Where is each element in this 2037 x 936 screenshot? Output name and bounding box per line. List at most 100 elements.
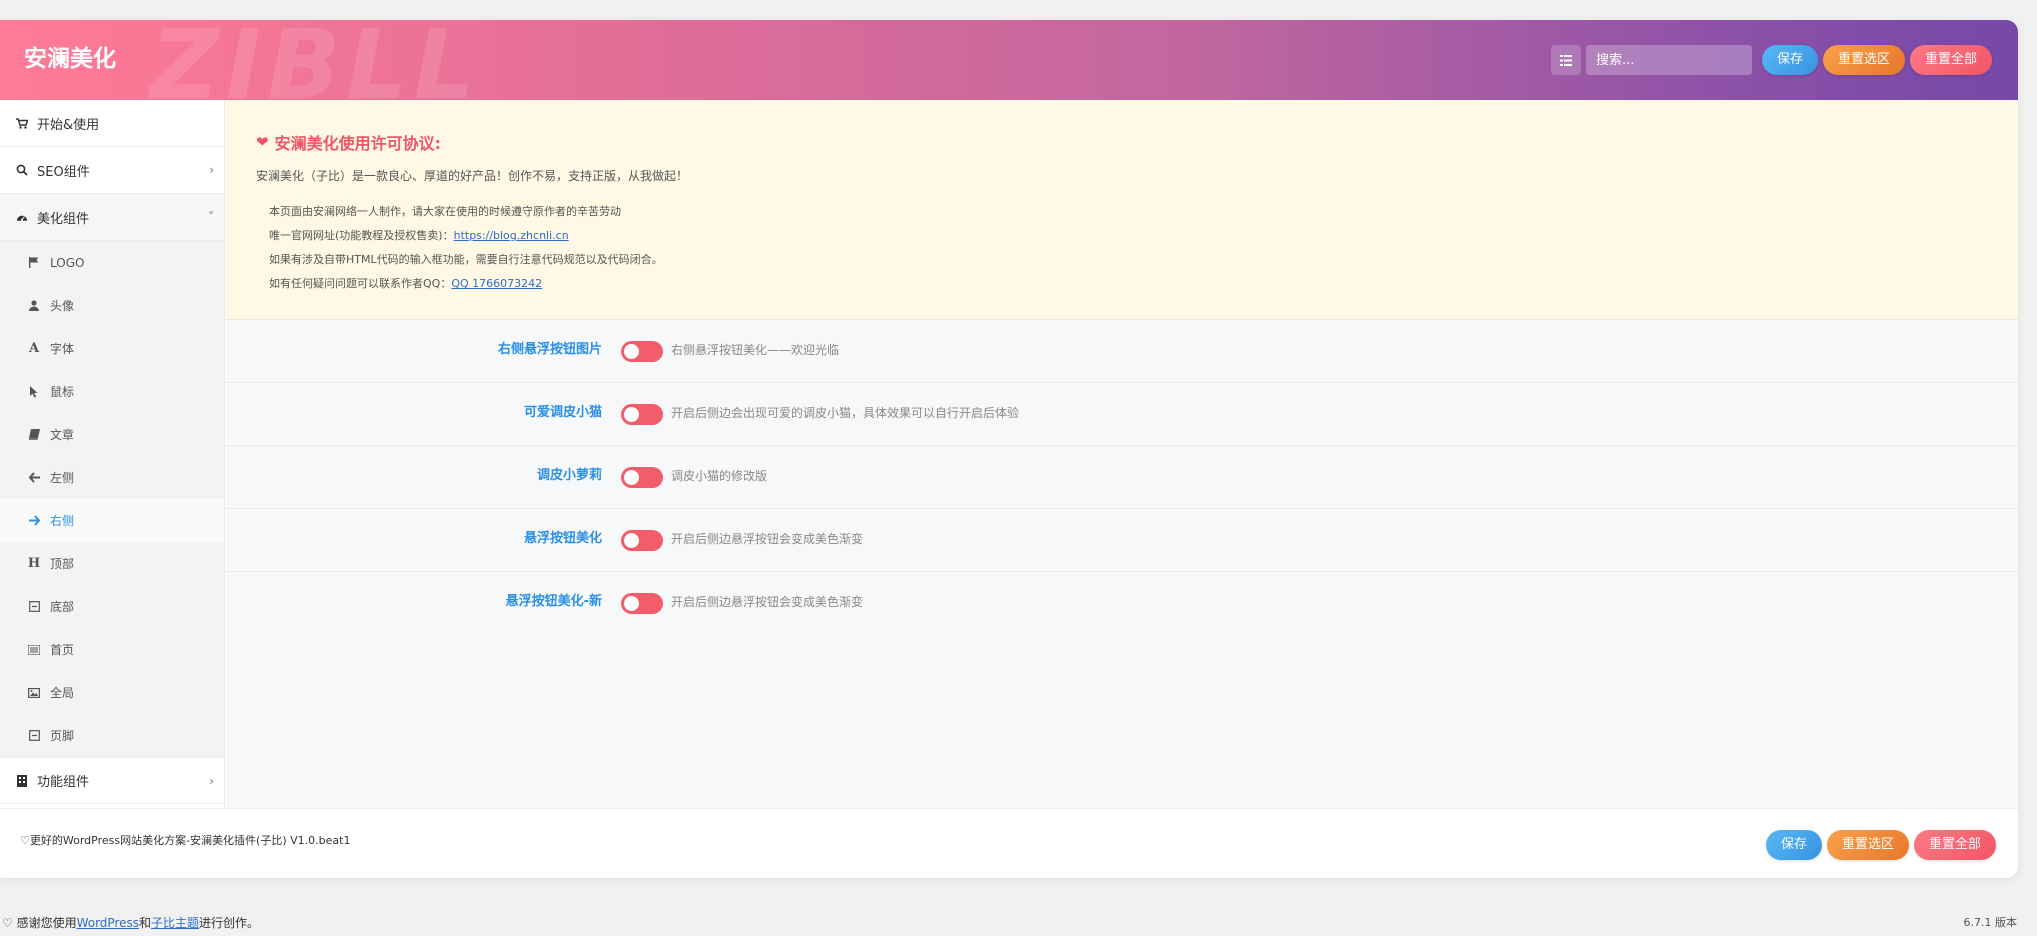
- sidebar-subitem-left[interactable]: 左侧: [0, 456, 224, 499]
- notice-subtitle: 安澜美化（子比）是一款良心、厚道的好产品！创作不易，支持正版，从我做起！: [256, 169, 689, 183]
- save-button[interactable]: 保存: [1761, 45, 1818, 75]
- option-label: 可爱调皮小猫: [523, 405, 602, 420]
- sidebar-item-label: 头像: [50, 299, 75, 313]
- header-tools: 保存 重置选区 重置全部: [1550, 44, 1992, 76]
- notice-line: 唯一官网网址(功能教程及授权售卖)：https://blog.zhcnli.cn: [269, 224, 663, 248]
- header-bar: ZIBLL 安澜美化 保存 重置选区 重置全部: [0, 20, 2018, 100]
- option-toggle[interactable]: [621, 467, 663, 488]
- flag-icon: [28, 257, 40, 268]
- expand-all-button[interactable]: [1550, 45, 1581, 75]
- sidebar-item-label: 右侧: [50, 514, 75, 528]
- header-icon: H: [27, 556, 41, 571]
- sidebar-subitem-font[interactable]: A 字体: [0, 327, 224, 370]
- brand-title: 安澜美化: [24, 46, 116, 72]
- reset-section-button[interactable]: 重置选区: [1822, 45, 1905, 75]
- heart-icon: ❤: [256, 133, 269, 151]
- square-minus-icon: [28, 730, 40, 741]
- toggle-knob: [624, 596, 639, 611]
- sidebar-subitem-bottom[interactable]: 底部: [0, 585, 224, 628]
- sidebar-subitem-footer[interactable]: 页脚: [0, 714, 224, 757]
- option-toggle[interactable]: [621, 404, 663, 425]
- footer-save-button[interactable]: 保存: [1765, 830, 1822, 860]
- search-icon: [16, 164, 28, 176]
- toggle-knob: [624, 533, 639, 548]
- option-toggle[interactable]: [621, 593, 663, 614]
- admin-footer-thanks: ♡ 感谢您使用WordPress和子比主题进行创作。: [2, 914, 259, 931]
- user-icon: [28, 300, 40, 311]
- sidebar-subitem-logo[interactable]: LOGO: [0, 241, 224, 284]
- option-label: 悬浮按钮美化: [523, 531, 602, 546]
- thanks-suffix: 进行创作。: [199, 916, 260, 930]
- footer-reset-section-button[interactable]: 重置选区: [1826, 830, 1909, 860]
- notice-line-prefix: 唯一官网网址(功能教程及授权售卖)：: [269, 229, 454, 242]
- option-description: 开启后侧边会出现可爱的调皮小猫，具体效果可以自行开启后体验: [671, 406, 1020, 420]
- license-notice: ❤ 安澜美化使用许可协议: 安澜美化（子比）是一款良心、厚道的好产品！创作不易，…: [226, 100, 2018, 320]
- sidebar-subitem-home[interactable]: 首页: [0, 628, 224, 671]
- toggle-knob: [624, 344, 639, 359]
- search-input[interactable]: [1585, 45, 1752, 75]
- option-label: 右侧悬浮按钮图片: [497, 342, 602, 357]
- option-description: 调皮小猫的修改版: [671, 469, 768, 483]
- arrow-right-icon: [28, 515, 40, 526]
- footer-bar: ♡更好的WordPress网站美化方案-安澜美化插件(子比) V1.0.beat…: [0, 808, 2018, 878]
- building-icon: [16, 774, 28, 787]
- list-icon: [1559, 54, 1572, 66]
- sidebar-item-label: LOGO: [50, 255, 85, 270]
- sidebar-item-beautify[interactable]: 美化组件 ˅: [0, 194, 224, 241]
- option-description: 开启后侧边悬浮按钮会变成美色渐变: [671, 595, 864, 609]
- settings-panel: ZIBLL 安澜美化 保存 重置选区 重置全部 开始&使用: [0, 20, 2018, 878]
- wordpress-link[interactable]: WordPress: [77, 916, 139, 930]
- sidebar-item-label: 鼠标: [50, 385, 75, 399]
- book-icon: [28, 429, 40, 440]
- sidebar-item-label: 左侧: [50, 471, 75, 485]
- cart-icon: [16, 117, 28, 129]
- sidebar-item-label: 全局: [50, 686, 75, 700]
- option-row: 调皮小萝莉 调皮小猫的修改版: [226, 446, 2018, 509]
- notice-line: 如有任何疑问问题可以联系作者QQ：QQ 1766073242: [269, 272, 663, 296]
- sidebar-subitem-global[interactable]: 全局: [0, 671, 224, 714]
- sidebar-item-label: SEO组件: [37, 164, 90, 180]
- notice-line: 本页面由安澜网络一人制作，请大家在使用的时候遵守原作者的辛苦劳动: [269, 205, 621, 218]
- footer-text: ♡更好的WordPress网站美化方案-安澜美化插件(子比) V1.0.beat…: [20, 834, 351, 847]
- sidebar-subitem-avatar[interactable]: 头像: [0, 284, 224, 327]
- font-icon: A: [28, 341, 40, 356]
- option-row: 悬浮按钮美化 开启后侧边悬浮按钮会变成美色渐变: [226, 509, 2018, 572]
- option-toggle[interactable]: [621, 341, 663, 362]
- sidebar-item-start[interactable]: 开始&使用: [0, 100, 224, 147]
- image-icon: [28, 687, 40, 698]
- chevron-right-icon: ›: [209, 773, 214, 788]
- qq-link[interactable]: QQ 1766073242: [451, 277, 542, 290]
- sidebar-item-label: 文章: [50, 428, 75, 442]
- option-description: 右侧悬浮按钮美化——欢迎光临: [671, 343, 840, 357]
- website-link[interactable]: https://blog.zhcnli.cn: [454, 229, 569, 242]
- sidebar: 开始&使用 SEO组件 › 美化组件 ˅ LOGO 头像 A 字体 鼠标 文章 …: [0, 100, 225, 808]
- notice-title-text: 安澜美化使用许可协议:: [274, 134, 441, 153]
- cursor-icon: [28, 385, 40, 398]
- reset-all-button[interactable]: 重置全部: [1909, 45, 1992, 75]
- sidebar-item-label: 美化组件: [37, 211, 90, 227]
- sidebar-item-label: 功能组件: [37, 775, 90, 790]
- sidebar-item-features[interactable]: 功能组件 ›: [0, 757, 224, 804]
- sidebar-subitem-cursor[interactable]: 鼠标: [0, 370, 224, 413]
- option-row: 悬浮按钮美化-新 开启后侧边悬浮按钮会变成美色渐变: [226, 572, 2018, 635]
- option-label: 调皮小萝莉: [536, 468, 602, 483]
- sidebar-subitem-article[interactable]: 文章: [0, 413, 224, 456]
- option-row: 可爱调皮小猫 开启后侧边会出现可爱的调皮小猫，具体效果可以自行开启后体验: [226, 383, 2018, 446]
- sidebar-item-label: 页脚: [50, 729, 75, 743]
- sidebar-subitem-top[interactable]: H 顶部: [0, 542, 224, 585]
- theme-link[interactable]: 子比主题: [151, 916, 199, 930]
- sidebar-subitem-right[interactable]: 右侧: [0, 499, 224, 542]
- sidebar-item-label: 开始&使用: [37, 117, 100, 133]
- main-content: ❤ 安澜美化使用许可协议: 安澜美化（子比）是一款良心、厚道的好产品！创作不易，…: [226, 100, 2018, 808]
- square-minus-icon: [28, 601, 40, 612]
- sidebar-item-label: 字体: [50, 342, 75, 356]
- sidebar-item-label: 顶部: [50, 557, 75, 571]
- option-toggle[interactable]: [621, 530, 663, 551]
- sidebar-item-label: 底部: [50, 600, 75, 614]
- sidebar-item-seo[interactable]: SEO组件 ›: [0, 147, 224, 194]
- dashboard-icon: [16, 211, 28, 223]
- footer-reset-all-button[interactable]: 重置全部: [1913, 830, 1996, 860]
- option-label: 悬浮按钮美化-新: [505, 594, 602, 609]
- notice-title: ❤ 安澜美化使用许可协议:: [256, 130, 441, 154]
- notice-lines: 本页面由安澜网络一人制作，请大家在使用的时候遵守原作者的辛苦劳动 唯一官网网址(…: [269, 200, 663, 296]
